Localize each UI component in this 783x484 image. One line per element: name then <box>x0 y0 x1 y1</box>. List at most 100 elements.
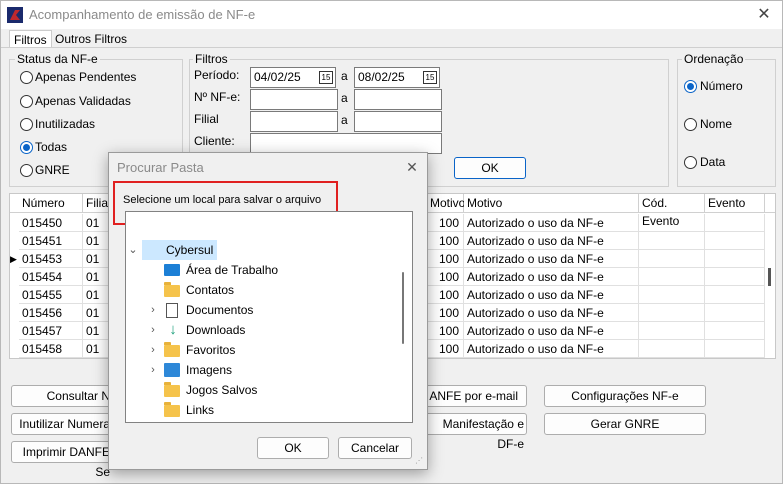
cell-motivo[interactable]: Autorizado o uso da NF-e <box>464 322 639 340</box>
chevron-right-icon[interactable]: › <box>148 360 158 380</box>
danfe-email-button[interactable]: ANFE por e-mail <box>421 385 527 407</box>
tree-item-label: Cybersul <box>142 240 218 260</box>
cell-cod-evento[interactable] <box>639 232 705 250</box>
cell-evento[interactable] <box>705 250 765 268</box>
tree-item[interactable]: › ↓ Downloads <box>126 320 396 340</box>
radio-circle[interactable] <box>20 71 33 84</box>
window-close-icon[interactable]: ✕ <box>751 4 777 26</box>
cell-motivo[interactable]: Autorizado o uso da NF-e <box>464 340 639 358</box>
nf-to-input[interactable] <box>354 89 442 110</box>
calendar-icon[interactable]: 15 <box>423 71 437 84</box>
periodo-from-field[interactable]: 04/02/25 15 <box>250 67 336 88</box>
cell-numero[interactable]: 015455 <box>19 286 83 304</box>
cell-numero[interactable]: 015454 <box>19 268 83 286</box>
col-header-motivo[interactable]: Motivo <box>464 194 639 212</box>
cell-cod-evento[interactable] <box>639 304 705 322</box>
cell-motivo-code[interactable]: 100 <box>427 322 464 340</box>
cell-motivo[interactable]: Autorizado o uso da NF-e <box>464 304 639 322</box>
cell-numero[interactable]: 015458 <box>19 340 83 358</box>
folder-tree[interactable]: ⌄ Cybersul Área de Trabalho Contatos › Docume… <box>125 211 413 423</box>
cell-motivo-code[interactable]: 100 <box>427 268 464 286</box>
cell-motivo[interactable]: Autorizado o uso da NF-e <box>464 232 639 250</box>
tree-item-label: Jogos Salvos <box>186 383 258 397</box>
filial-to-input[interactable] <box>354 111 442 132</box>
radio-circle[interactable] <box>20 118 33 131</box>
filtros-ok-button[interactable]: OK <box>454 157 526 179</box>
tree-scrollbar-thumb[interactable] <box>402 272 404 344</box>
col-header-numero[interactable]: Número <box>19 194 83 212</box>
tree-item[interactable]: Contatos <box>126 280 396 300</box>
tree-item[interactable]: Links <box>126 400 396 420</box>
tree-item[interactable]: Área de Trabalho <box>126 260 396 280</box>
chevron-right-icon[interactable]: › <box>148 340 158 360</box>
chevron-down-icon[interactable]: ⌄ <box>128 240 138 260</box>
tree-item[interactable]: ⌄ Cybersul <box>126 240 396 260</box>
dialog-close-icon[interactable]: ✕ <box>401 157 423 177</box>
resize-grip-icon[interactable]: ⋰ <box>415 457 423 465</box>
col-header-cod-evento[interactable]: Cód. Evento <box>639 194 705 228</box>
radio-circle[interactable] <box>684 118 697 131</box>
consultar-button[interactable]: Consultar N <box>11 385 111 407</box>
radio-circle[interactable] <box>20 95 33 108</box>
radio-circle[interactable] <box>20 164 33 177</box>
inutilizar-button[interactable]: Inutilizar Numera <box>11 413 111 435</box>
radio-circle-selected[interactable] <box>20 141 33 154</box>
gerar-gnre-button[interactable]: Gerar GNRE <box>544 413 706 435</box>
cell-numero[interactable]: 015457 <box>19 322 83 340</box>
radio-circle-selected[interactable] <box>684 80 697 93</box>
imprimir-danfe-button[interactable]: Imprimir DANFE Se <box>11 441 111 479</box>
filial-from-input[interactable] <box>250 111 338 132</box>
radio-circle[interactable] <box>684 156 697 169</box>
col-header-motivo-code[interactable]: Motivo <box>427 194 465 212</box>
tree-item[interactable]: › Documentos <box>126 300 396 320</box>
cell-motivo-code[interactable]: 100 <box>427 286 464 304</box>
tab-filtros[interactable]: Filtros <box>9 30 52 48</box>
cell-evento[interactable] <box>705 304 765 322</box>
nf-from-input[interactable] <box>250 89 338 110</box>
cell-motivo-code[interactable]: 100 <box>427 340 464 358</box>
cell-evento[interactable] <box>705 340 765 358</box>
calendar-icon[interactable]: 15 <box>319 71 333 84</box>
periodo-to-field[interactable]: 08/02/25 15 <box>354 67 440 88</box>
configuracoes-nfe-button[interactable]: Configurações NF-e <box>544 385 706 407</box>
chevron-right-icon[interactable]: › <box>148 300 158 320</box>
dialog-cancel-button[interactable]: Cancelar <box>338 437 412 459</box>
cell-evento[interactable] <box>705 232 765 250</box>
nf-label: Nº NF-e: <box>194 90 241 104</box>
cell-cod-evento[interactable] <box>639 268 705 286</box>
cell-cod-evento[interactable] <box>639 250 705 268</box>
tree-item[interactable]: › Imagens <box>126 360 396 380</box>
cell-cod-evento[interactable] <box>639 286 705 304</box>
cliente-input[interactable] <box>250 133 442 154</box>
tree-item[interactable]: Jogos Salvos <box>126 380 396 400</box>
cell-evento[interactable] <box>705 322 765 340</box>
tree-item-label: Links <box>186 403 215 417</box>
cell-numero[interactable]: 015450 <box>19 214 83 232</box>
tab-outros-filtros[interactable]: Outros Filtros <box>51 30 131 48</box>
cell-evento[interactable] <box>705 268 765 286</box>
cell-numero[interactable]: 015456 <box>19 304 83 322</box>
cell-cod-evento[interactable] <box>639 340 705 358</box>
grid-scrollbar-thumb[interactable] <box>768 268 771 286</box>
tree-item[interactable]: › Favoritos <box>126 340 396 360</box>
periodo-from-value: 04/02/25 <box>254 70 301 84</box>
col-header-evento[interactable]: Evento <box>705 194 765 212</box>
cell-motivo[interactable]: Autorizado o uso da NF-e <box>464 268 639 286</box>
manifestacao-button[interactable]: Manifestação e DF-e <box>421 413 527 451</box>
cell-cod-evento[interactable] <box>639 322 705 340</box>
chevron-right-icon[interactable]: › <box>148 320 158 340</box>
cell-motivo-code[interactable]: 100 <box>427 304 464 322</box>
ordenacao-group-label: Ordenação <box>682 52 746 66</box>
cell-motivo[interactable]: Autorizado o uso da NF-e <box>464 286 639 304</box>
cell-motivo[interactable]: Autorizado o uso da NF-e <box>464 214 639 232</box>
cell-numero[interactable]: 015453 <box>19 250 83 268</box>
cell-motivo-code[interactable]: 100 <box>427 250 464 268</box>
cell-motivo-code[interactable]: 100 <box>427 232 464 250</box>
cell-motivo[interactable]: Autorizado o uso da NF-e <box>464 250 639 268</box>
cell-numero[interactable]: 015451 <box>19 232 83 250</box>
cell-cod-evento[interactable] <box>639 214 705 232</box>
cell-motivo-code[interactable]: 100 <box>427 214 464 232</box>
dialog-ok-button[interactable]: OK <box>257 437 329 459</box>
cell-evento[interactable] <box>705 286 765 304</box>
cell-evento[interactable] <box>705 214 765 232</box>
